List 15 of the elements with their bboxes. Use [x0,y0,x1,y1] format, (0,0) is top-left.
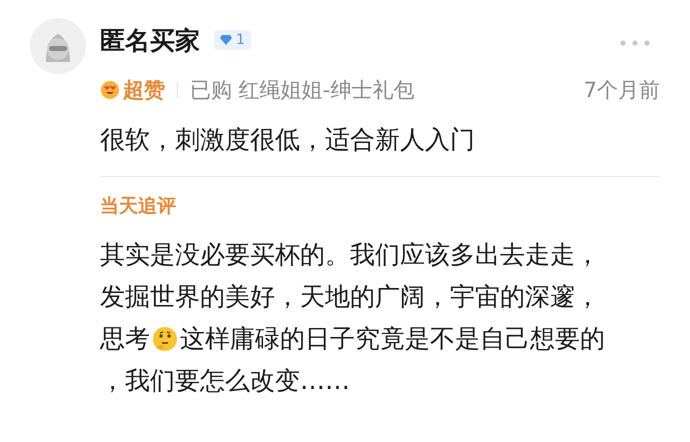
purchase-info: 已购 红绳姐姐-绅士礼包 [190,77,414,104]
heart-eyes-face-icon [100,80,120,100]
avatar[interactable] [30,18,86,74]
level-badge: 1 [214,30,251,50]
follow-up-text: 这样庸碌的日子究竟是不是自己想要的 [180,323,605,355]
rating-label: 超赞 [123,77,165,104]
follow-up-text: 发掘世界的美好，天地的广阔，宇宙的深邃， [100,281,600,313]
user-name: 匿名买家 [100,24,200,56]
follow-up-title: 当天追评 [100,194,177,219]
follow-up-text: 思考 [100,323,150,355]
review-time: 7个月前 [584,77,660,104]
follow-up-text: ，我们要怎么改变…… [100,365,350,397]
thinking-face-icon [152,326,178,352]
follow-up-text: 其实是没必要买杯的。我们应该多出去走走， [100,239,600,271]
review-text: 很软，刺激度很低，适合新人入门 [100,124,476,156]
